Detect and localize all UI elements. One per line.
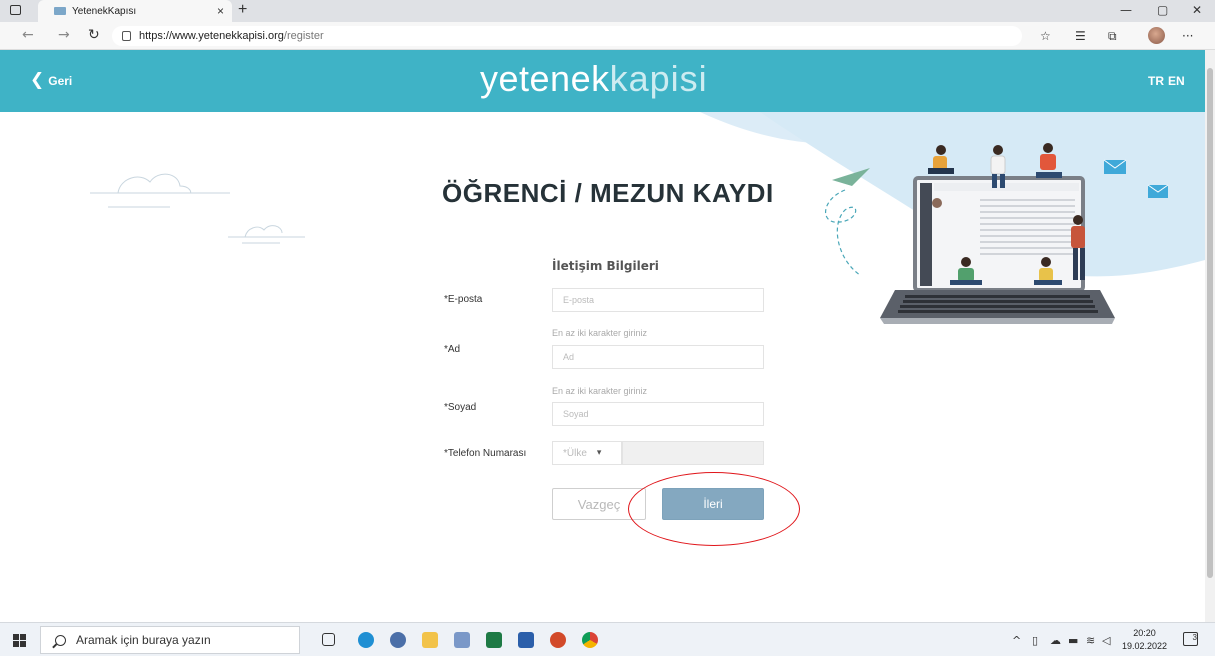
dashed-trail bbox=[825, 189, 861, 276]
clock-date: 19.02.2022 bbox=[1122, 641, 1168, 651]
page-scrollbar[interactable] bbox=[1205, 50, 1215, 622]
chrome-icon[interactable] bbox=[582, 632, 598, 648]
windows-taskbar: Aramak için buraya yazın ^ ▯ ☁ ▬ ≋ ◁ 20:… bbox=[0, 622, 1215, 656]
powerpoint-icon[interactable] bbox=[550, 632, 566, 648]
notification-icon[interactable]: 3 bbox=[1183, 632, 1198, 646]
page-title: ÖĞRENCİ / MEZUN KAYDI bbox=[442, 178, 774, 208]
taskbar-search[interactable]: Aramak için buraya yazın bbox=[40, 626, 300, 654]
system-clock[interactable]: 20:20 19.02.2022 bbox=[1122, 627, 1167, 653]
app-icon[interactable] bbox=[454, 632, 470, 648]
cloud-icon bbox=[90, 173, 305, 244]
clock-time: 20:20 bbox=[1133, 628, 1156, 638]
name-label: *Ad bbox=[444, 344, 461, 355]
excel-icon[interactable] bbox=[486, 632, 502, 648]
wifi-icon[interactable]: ≋ bbox=[1086, 634, 1095, 647]
tray-chevron-icon[interactable]: ^ bbox=[1012, 634, 1021, 647]
email-field[interactable]: E-posta bbox=[552, 288, 764, 312]
name-hint: En az iki karakter giriniz bbox=[552, 328, 648, 338]
windows-start-icon[interactable] bbox=[13, 634, 26, 647]
name-field[interactable]: Ad bbox=[552, 345, 764, 369]
screen: YetenekKapısı × + — ▢ ✕ ← → ↻ https://ww… bbox=[0, 0, 1215, 656]
search-icon bbox=[55, 634, 66, 646]
battery-icon[interactable]: ▬ bbox=[1068, 634, 1078, 647]
onedrive-icon[interactable]: ☁ bbox=[1050, 634, 1061, 647]
email-label: *E-posta bbox=[444, 294, 483, 305]
app-icon[interactable] bbox=[390, 632, 406, 648]
volume-icon[interactable]: ◁ bbox=[1102, 634, 1110, 647]
surname-label: *Soyad bbox=[444, 402, 477, 413]
task-view-icon[interactable] bbox=[322, 633, 335, 646]
chevron-down-icon: ▾ bbox=[596, 448, 602, 458]
laptop-illustration bbox=[880, 176, 1115, 324]
scroll-thumb[interactable] bbox=[1207, 68, 1213, 578]
phone-number-field[interactable] bbox=[622, 441, 764, 465]
file-explorer-icon[interactable] bbox=[422, 632, 438, 648]
phone-label: *Telefon Numarası bbox=[444, 448, 527, 459]
tray-icon[interactable]: ▯ bbox=[1032, 634, 1038, 647]
edge-icon[interactable] bbox=[358, 632, 374, 648]
word-icon[interactable] bbox=[518, 632, 534, 648]
section-title: İletişim Bilgileri bbox=[552, 259, 659, 273]
highlight-annotation bbox=[628, 472, 800, 546]
surname-hint: En az iki karakter giriniz bbox=[552, 386, 648, 396]
country-select[interactable]: *Ülke ▾ bbox=[552, 441, 622, 465]
surname-field[interactable]: Soyad bbox=[552, 402, 764, 426]
country-placeholder: *Ülke bbox=[563, 447, 587, 459]
search-placeholder: Aramak için buraya yazın bbox=[76, 633, 211, 647]
